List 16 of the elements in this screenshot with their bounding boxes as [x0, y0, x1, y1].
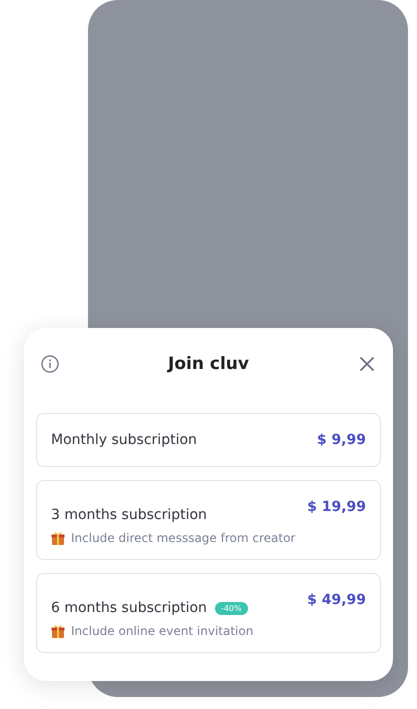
- plan-price: $ 19,99: [307, 499, 366, 515]
- plan-perk: Include direct messsage from creator: [71, 531, 296, 545]
- info-icon[interactable]: [40, 354, 60, 374]
- gift-icon: [51, 531, 65, 545]
- plan-option[interactable]: Monthly subscription $ 9,99: [36, 413, 381, 467]
- discount-badge: -40%: [214, 602, 248, 614]
- plan-perk: Include online event invitation: [71, 624, 254, 638]
- plan-name: Monthly subscription: [51, 432, 197, 448]
- gift-icon: [51, 624, 65, 638]
- plan-option[interactable]: 6 months subscription -40% Include online event invitation $ 49,99: [36, 573, 381, 653]
- plan-name: 6 months subscription: [51, 600, 207, 616]
- plan-name: 3 months subscription: [51, 507, 207, 523]
- dialog-title: Join cluv: [168, 354, 249, 374]
- plan-option[interactable]: 3 months subscription Include direct messsage from creator $ 19,99: [36, 480, 381, 560]
- plan-price: $ 9,99: [316, 432, 366, 448]
- plan-price: $ 49,99: [307, 592, 366, 608]
